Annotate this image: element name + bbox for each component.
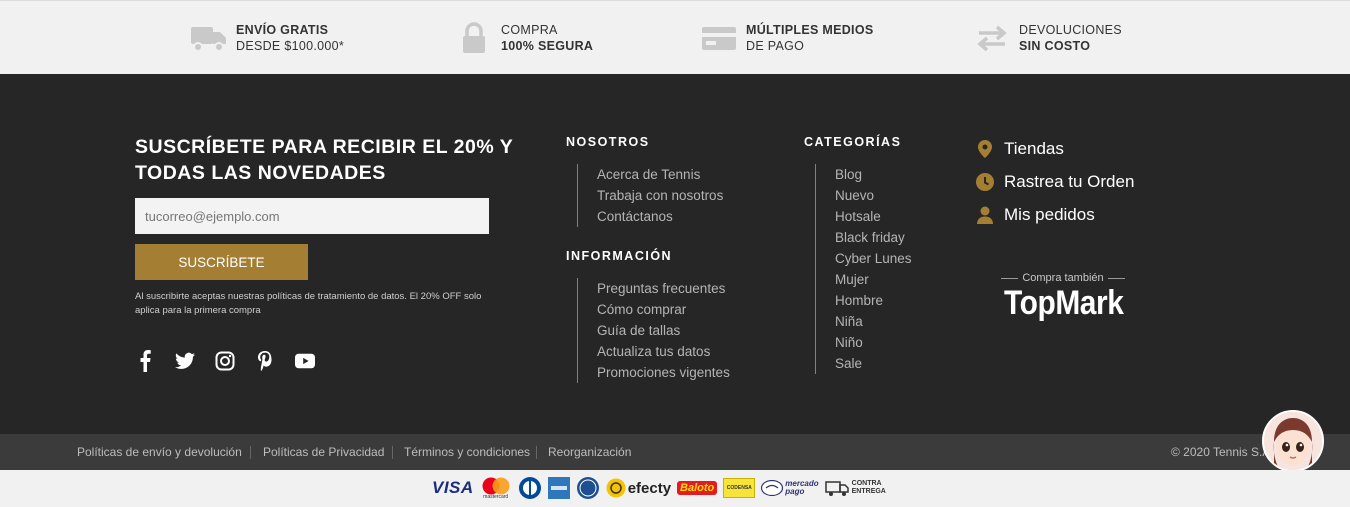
benefit-line2: DESDE $100.000* [236, 39, 345, 53]
categoria-link[interactable]: Black friday [835, 227, 912, 248]
quick-links: Tiendas Rastrea tu Orden Mis pedidos [976, 132, 1134, 231]
footer-main: SUSCRÍBETE PARA RECIBIR EL 20% Y TODAS L… [0, 74, 1350, 434]
informacion-link[interactable]: Promociones vigentes [597, 362, 730, 383]
benefit-line1: MÚLTIPLES MEDIOS [746, 23, 874, 37]
copyright: © 2020 Tennis S.A [1171, 445, 1271, 459]
exchange-icon [973, 21, 1011, 55]
categorias-links: Blog Nuevo Hotsale Black friday Cyber Lu… [815, 164, 912, 374]
card-icon [700, 21, 738, 55]
quick-link-track-order[interactable]: Rastrea tu Orden [976, 165, 1134, 198]
location-pin-icon [976, 139, 994, 159]
mastercard-logo: mastercard [480, 477, 512, 500]
topmark-logo: TopMark [1004, 284, 1124, 322]
lock-icon [455, 21, 493, 55]
truck-icon [190, 21, 228, 55]
informacion-link[interactable]: Preguntas frecuentes [597, 278, 730, 299]
divider [1001, 277, 1019, 279]
pinterest-icon[interactable] [255, 350, 275, 372]
informacion-heading: INFORMACIÓN [566, 249, 673, 263]
baloto-label: Baloto [680, 482, 715, 494]
codensa-label: CODENSA [726, 485, 752, 491]
facebook-icon[interactable] [135, 350, 155, 372]
policy-link-reorg[interactable]: Reorganización [548, 445, 631, 459]
policy-link-privacy[interactable]: Políticas de Privacidad [263, 445, 384, 459]
divider [250, 446, 251, 459]
benefit-line2: DE PAGO [746, 39, 805, 53]
benefit-returns: DEVOLUCIONES SIN COSTO [973, 21, 1122, 55]
nosotros-links: Acerca de Tennis Trabaja con nosotros Co… [577, 164, 723, 227]
clock-icon [976, 172, 994, 192]
benefit-line1: DEVOLUCIONES [1019, 23, 1122, 37]
benefit-line1: ENVÍO GRATIS [236, 23, 329, 37]
quick-link-label: Mis pedidos [1004, 204, 1095, 224]
subscribe-title: SUSCRÍBETE PARA RECIBIR EL 20% Y TODAS L… [135, 136, 513, 184]
benefit-line1: COMPRA [501, 23, 558, 37]
categoria-link[interactable]: Blog [835, 164, 912, 185]
nosotros-link[interactable]: Trabaja con nosotros [597, 185, 723, 206]
benefit-line2: 100% SEGURA [501, 39, 594, 53]
categoria-link[interactable]: Cyber Lunes [835, 248, 912, 269]
nosotros-link[interactable]: Contáctanos [597, 206, 723, 227]
quick-link-label: Tiendas [1004, 138, 1064, 158]
quick-link-orders[interactable]: Mis pedidos [976, 198, 1134, 231]
social-links [135, 350, 315, 372]
categoria-link[interactable]: Niño [835, 332, 912, 353]
mastercard-label: mastercard [483, 493, 509, 500]
benefit-payment: MÚLTIPLES MEDIOS DE PAGO [700, 21, 874, 55]
contra-entrega-label-1: CONTRA [851, 480, 882, 487]
mercadopago-logo: mercado pago [761, 480, 819, 496]
nosotros-link[interactable]: Acerca de Tennis [597, 164, 723, 185]
informacion-links: Preguntas frecuentes Cómo comprar Guía d… [577, 278, 730, 383]
efecty-logo: efecty [606, 478, 671, 498]
payment-methods: VISA mastercard efecty Baloto CODENSA me… [0, 470, 1350, 507]
benefit-secure: COMPRA 100% SEGURA [455, 21, 593, 55]
user-icon [976, 205, 994, 225]
pse-logo [576, 476, 600, 500]
instagram-icon[interactable] [215, 350, 235, 372]
efecty-label: efecty [627, 479, 672, 497]
divider [1107, 277, 1125, 279]
topmark-promo[interactable]: Compra también TopMark [996, 272, 1130, 322]
quick-link-label: Rastrea tu Orden [1004, 171, 1135, 191]
diners-logo [518, 476, 542, 500]
visa-logo: VISA [432, 478, 474, 497]
quick-link-stores[interactable]: Tiendas [976, 132, 1134, 165]
nosotros-heading: NOSOTROS [566, 135, 650, 149]
informacion-link[interactable]: Actualiza tus datos [597, 341, 730, 362]
baloto-logo: Baloto [677, 481, 718, 495]
chat-avatar[interactable] [1262, 410, 1324, 472]
policy-link-shipping[interactable]: Políticas de envío y devolución [77, 445, 242, 459]
benefit-line2: SIN COSTO [1019, 39, 1091, 53]
divider [392, 446, 393, 459]
categoria-link[interactable]: Sale [835, 353, 912, 374]
divider [536, 446, 537, 459]
policy-link-terms[interactable]: Términos y condiciones [404, 445, 530, 459]
categoria-link[interactable]: Niña [835, 311, 912, 332]
categorias-heading: CATEGORÍAS [804, 135, 902, 149]
contra-entrega-logo: CONTRA ENTREGA [824, 479, 886, 497]
benefits-bar: ENVÍO GRATIS DESDE $100.000* COMPRA 100%… [0, 0, 1350, 74]
topmark-pretext: Compra también [1022, 272, 1104, 284]
categoria-link[interactable]: Hombre [835, 290, 912, 311]
amex-logo [547, 477, 570, 499]
categoria-link[interactable]: Mujer [835, 269, 912, 290]
twitter-icon[interactable] [175, 350, 195, 372]
codensa-logo: CODENSA [723, 478, 756, 498]
categoria-link[interactable]: Nuevo [835, 185, 912, 206]
contra-entrega-label-2: ENTREGA [851, 488, 886, 495]
categoria-link[interactable]: Hotsale [835, 206, 912, 227]
mercadopago-label-2: pago [785, 487, 805, 496]
email-input[interactable] [135, 198, 489, 234]
benefit-free-shipping: ENVÍO GRATIS DESDE $100.000* [190, 21, 344, 55]
bottom-bar: Políticas de envío y devolución Política… [0, 434, 1350, 470]
subscribe-legal-text: Al suscribirte aceptas nuestras política… [135, 291, 482, 316]
subscribe-button[interactable]: SUSCRÍBETE [135, 244, 308, 280]
youtube-icon[interactable] [295, 350, 315, 372]
informacion-link[interactable]: Cómo comprar [597, 299, 730, 320]
informacion-link[interactable]: Guía de tallas [597, 320, 730, 341]
